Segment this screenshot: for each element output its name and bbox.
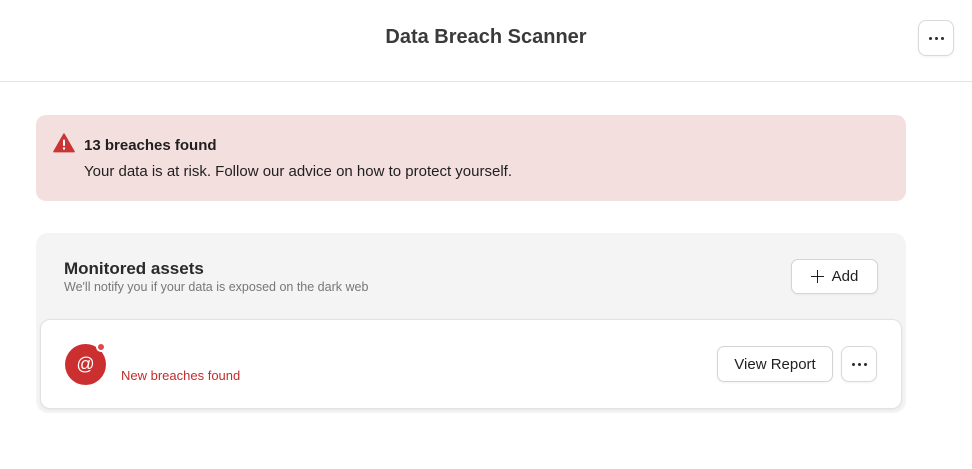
monitored-assets-panel: Monitored assets We'll notify you if you… bbox=[36, 233, 906, 413]
more-horizontal-icon bbox=[928, 36, 944, 40]
asset-card: @ New breaches found View Report bbox=[40, 319, 902, 409]
assets-title: Monitored assets bbox=[64, 259, 204, 278]
warning-triangle-icon bbox=[53, 133, 75, 153]
app-header: Data Breach Scanner bbox=[0, 0, 972, 82]
add-label: Add bbox=[831, 268, 859, 285]
assets-subtitle: We'll notify you if your data is exposed… bbox=[64, 280, 369, 294]
page-title: Data Breach Scanner bbox=[385, 26, 587, 48]
asset-status: New breaches found bbox=[121, 368, 241, 383]
breach-alert: 13 breaches found Your data is at risk. … bbox=[36, 115, 906, 201]
add-asset-button[interactable]: Add bbox=[791, 259, 878, 294]
plus-icon bbox=[810, 270, 824, 283]
more-horizontal-icon bbox=[851, 362, 867, 366]
asset-more-button[interactable] bbox=[841, 346, 877, 382]
view-report-button[interactable]: View Report bbox=[717, 346, 833, 382]
alert-message: Your data is at risk. Follow our advice … bbox=[84, 163, 512, 180]
avatar-glyph: @ bbox=[76, 354, 95, 374]
alert-indicator-dot bbox=[96, 342, 106, 352]
header-more-button[interactable] bbox=[918, 20, 954, 56]
alert-title: 13 breaches found bbox=[84, 137, 217, 154]
